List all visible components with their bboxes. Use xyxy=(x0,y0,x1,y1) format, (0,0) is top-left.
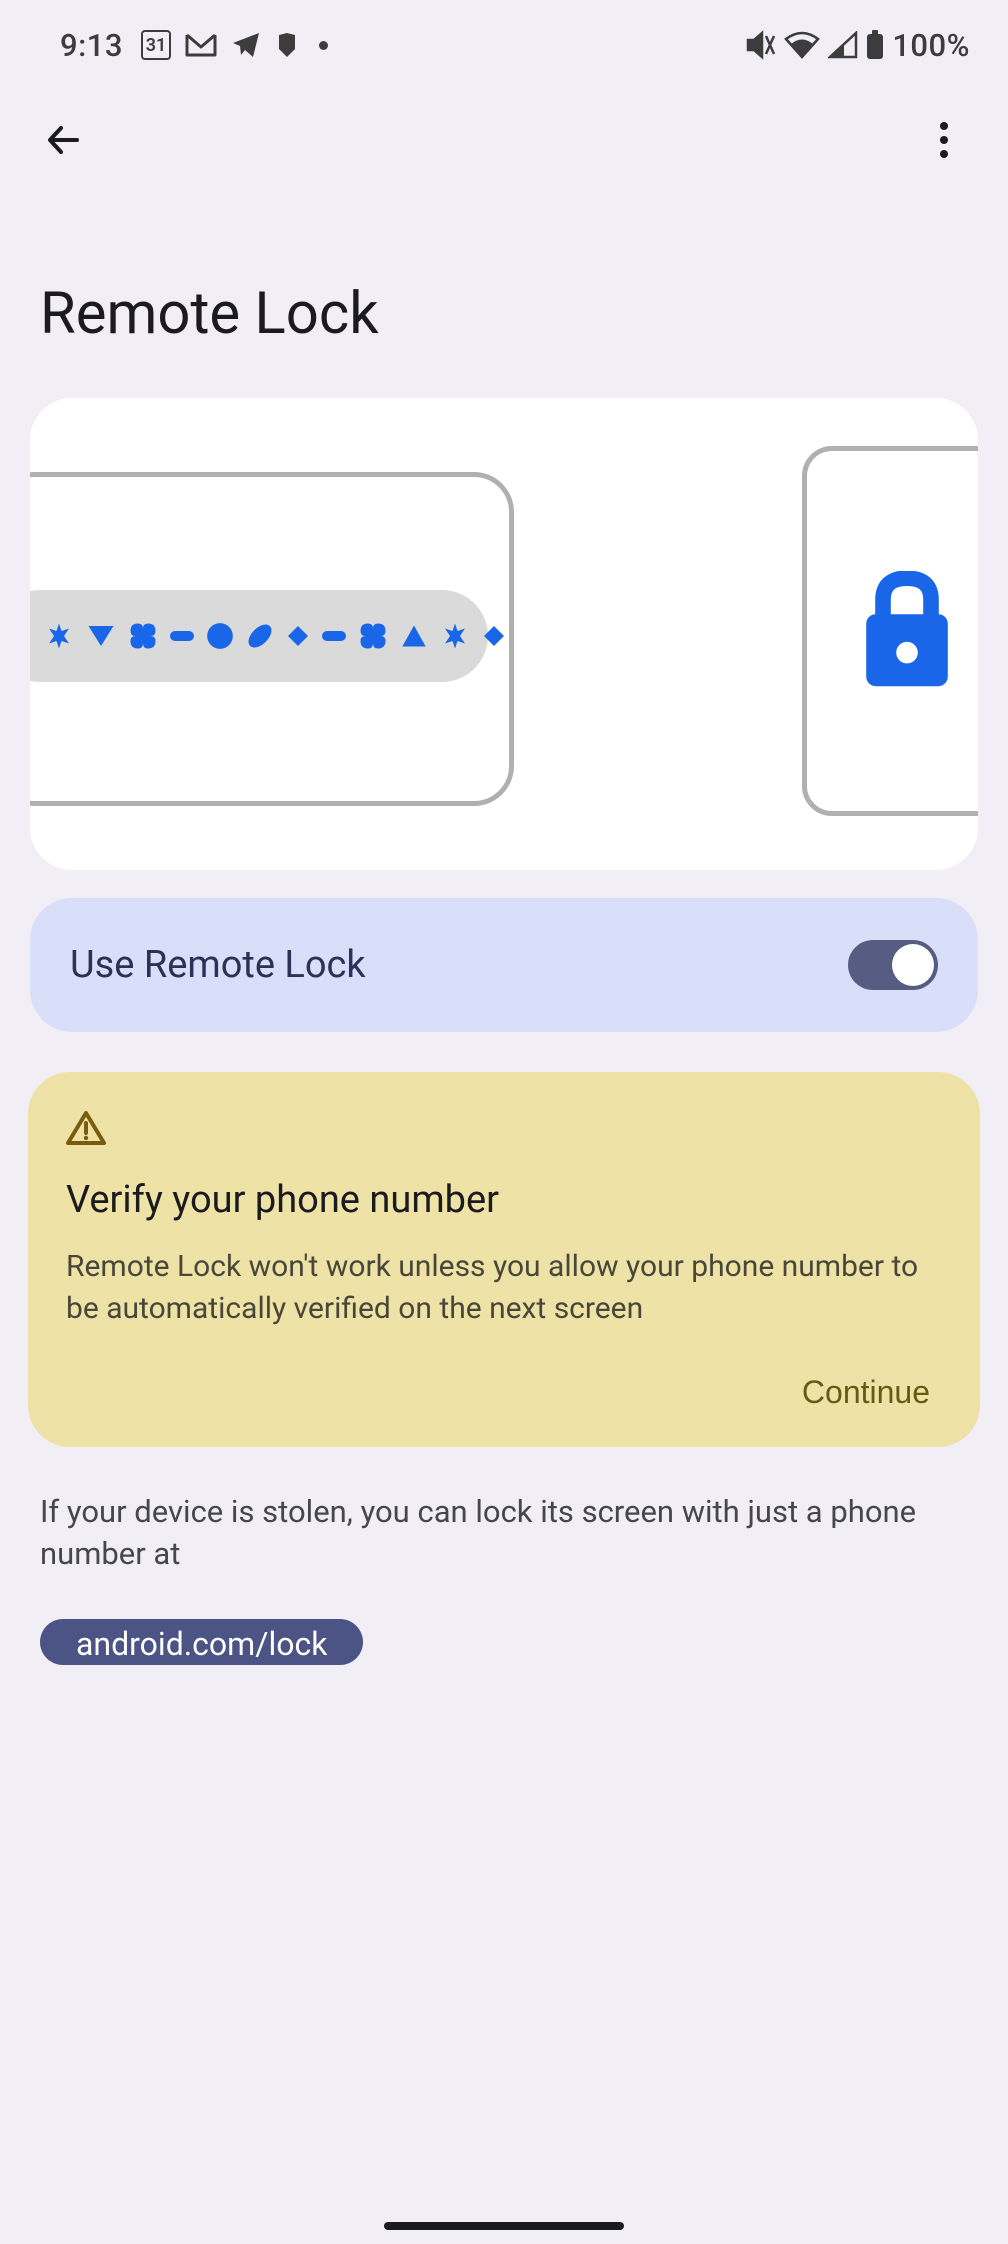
continue-button[interactable]: Continue xyxy=(802,1374,930,1411)
warning-title: Verify your phone number xyxy=(66,1178,942,1222)
more-vert-icon xyxy=(939,121,949,159)
nav-handle[interactable] xyxy=(384,2222,624,2230)
gmail-icon xyxy=(185,33,217,57)
lock-icon xyxy=(857,571,957,691)
page-title: Remote Lock xyxy=(0,180,1008,398)
remote-lock-switch[interactable] xyxy=(848,940,938,990)
warning-icon xyxy=(66,1110,942,1150)
status-time: 9:13 xyxy=(60,27,123,64)
use-remote-lock-toggle-row[interactable]: Use Remote Lock xyxy=(30,898,978,1032)
battery-percent: 100% xyxy=(892,27,970,64)
battery-icon xyxy=(866,30,884,60)
arrow-left-icon xyxy=(44,120,84,160)
pin-bar-illustration xyxy=(30,590,488,682)
warning-body: Remote Lock won't work unless you allow … xyxy=(66,1246,942,1330)
hero-illustration xyxy=(30,398,978,870)
switch-thumb xyxy=(892,944,934,986)
back-button[interactable] xyxy=(36,112,92,168)
toggle-label: Use Remote Lock xyxy=(70,943,366,987)
app-bar xyxy=(0,70,1008,180)
calendar-icon: 31 xyxy=(141,30,171,60)
mute-icon xyxy=(744,30,776,60)
locked-phone-illustration xyxy=(802,446,978,816)
signal-icon xyxy=(828,31,858,59)
verify-phone-warning-card: Verify your phone number Remote Lock won… xyxy=(28,1072,980,1447)
app-icon xyxy=(275,31,299,59)
info-text: If your device is stolen, you can lock i… xyxy=(40,1491,968,1575)
lock-url-chip[interactable]: android.com/lock xyxy=(40,1619,363,1665)
notification-dot-icon xyxy=(319,41,328,50)
telegram-icon xyxy=(231,31,261,59)
more-options-button[interactable] xyxy=(916,112,972,168)
lock-url-label: android.com/lock xyxy=(76,1625,327,1663)
status-bar: 9:13 31 100% xyxy=(0,0,1008,70)
wifi-icon xyxy=(784,31,820,59)
